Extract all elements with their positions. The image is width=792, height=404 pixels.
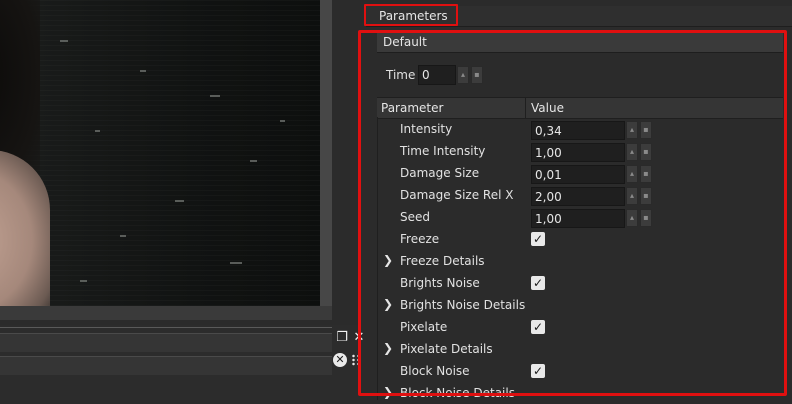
noise-speck — [175, 200, 184, 202]
noise-speck — [80, 280, 87, 282]
panel-bar — [0, 333, 332, 352]
divider — [0, 327, 332, 328]
noise-speck — [280, 120, 285, 122]
noise-speck — [230, 262, 242, 264]
noise-speck — [60, 40, 68, 42]
viewport-scrollbar[interactable] — [320, 0, 332, 306]
noise-speck — [140, 70, 146, 72]
restore-window-icon[interactable]: ❐ — [335, 331, 349, 345]
video-skin-region — [0, 150, 50, 306]
noise-speck — [120, 235, 126, 237]
highlight-box-title — [364, 4, 458, 26]
close-circle-icon[interactable]: ✕ — [333, 353, 347, 367]
noise-speck — [250, 160, 257, 162]
bottom-panel-area — [0, 325, 360, 400]
noise-speck — [95, 130, 100, 132]
noise-speck — [210, 95, 220, 97]
panel-bar — [0, 356, 332, 375]
highlight-box-parameters — [358, 30, 787, 396]
video-frame — [0, 0, 320, 306]
video-viewport[interactable] — [0, 0, 332, 320]
